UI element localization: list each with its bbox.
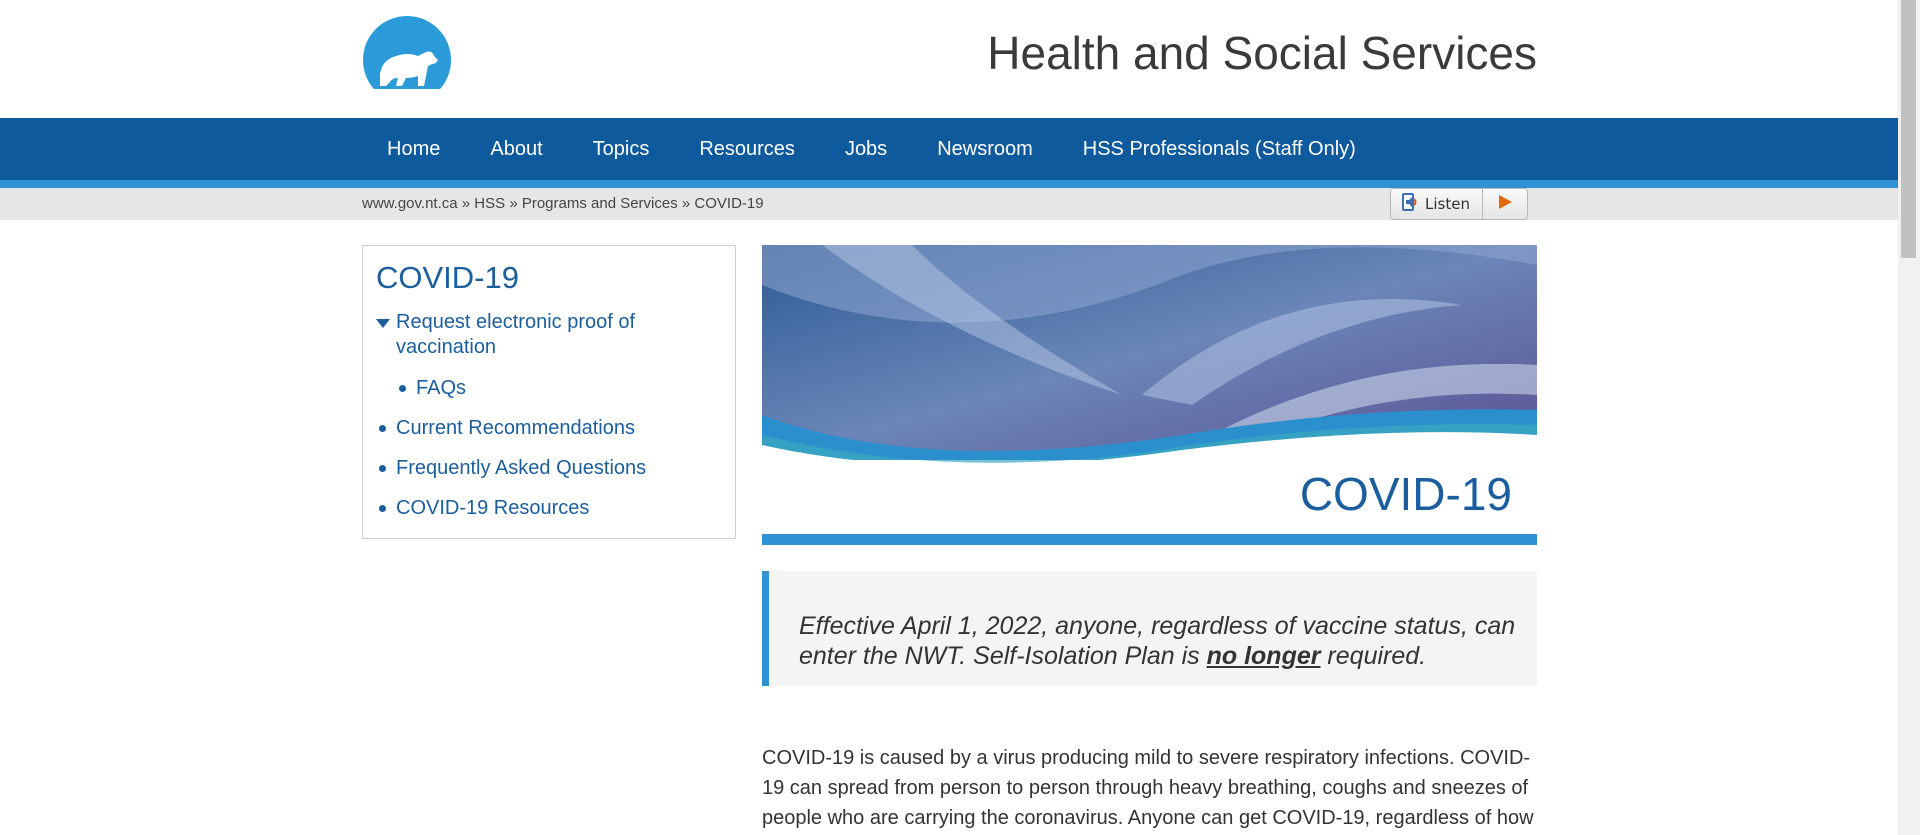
scrollbar-thumb[interactable]	[1901, 0, 1916, 258]
sidebar-item-proof-of-vaccination[interactable]: Request electronic proof of vaccination	[396, 310, 686, 360]
sidebar-item-current-recommendations[interactable]: Current Recommendations	[396, 416, 635, 441]
notice-emphasis: no longer	[1206, 642, 1321, 670]
nav-resources[interactable]: Resources	[674, 118, 820, 180]
sidebar-nav: COVID-19 Request electronic proof of vac…	[362, 245, 736, 539]
sidebar-item-covid-resources[interactable]: COVID-19 Resources	[396, 496, 589, 521]
nav-hss-professionals[interactable]: HSS Professionals (Staff Only)	[1058, 118, 1381, 180]
site-title: Health and Social Services	[987, 27, 1537, 79]
page-banner: COVID-19	[762, 245, 1537, 545]
main-nav: Home About Topics Resources Jobs Newsroo…	[0, 118, 1898, 180]
breadcrumb-hss[interactable]: HSS	[474, 195, 505, 212]
breadcrumb-separator: »	[509, 195, 518, 212]
notice-text: Effective April 1, 2022, anyone, regardl…	[799, 611, 1534, 671]
nav-accent-stripe	[0, 180, 1898, 188]
expand-triangle-icon[interactable]	[376, 319, 390, 328]
breadcrumb-separator: »	[681, 195, 691, 212]
polar-bear-logo[interactable]	[362, 16, 452, 91]
nav-newsroom[interactable]: Newsroom	[912, 118, 1058, 180]
play-icon	[1497, 194, 1513, 215]
breadcrumb-gov[interactable]: www.gov.nt.ca	[362, 195, 458, 212]
bullet-icon	[379, 505, 386, 512]
notice-text-after: required.	[1320, 642, 1427, 670]
body-paragraph: COVID-19 is caused by a virus producing …	[762, 747, 1534, 829]
speaker-icon	[1401, 192, 1419, 216]
nav-about[interactable]: About	[465, 118, 567, 180]
listen-label: Listen	[1425, 195, 1470, 213]
sidebar-title[interactable]: COVID-19	[376, 260, 519, 296]
breadcrumb-programs[interactable]: Programs and Services	[522, 195, 678, 212]
nav-home[interactable]: Home	[362, 118, 465, 180]
notice-callout: Effective April 1, 2022, anyone, regardl…	[762, 571, 1537, 686]
breadcrumb-current: COVID-19	[694, 195, 764, 212]
listen-button[interactable]: Listen	[1390, 188, 1483, 220]
bullet-icon	[379, 425, 386, 432]
play-button[interactable]	[1482, 188, 1528, 220]
sidebar-item-frequently-asked-questions[interactable]: Frequently Asked Questions	[396, 456, 646, 481]
sidebar-item-faqs[interactable]: FAQs	[416, 376, 466, 401]
breadcrumb-bar: www.gov.nt.ca » HSS » Programs and Servi…	[0, 188, 1898, 220]
breadcrumb: www.gov.nt.ca » HSS » Programs and Servi…	[362, 188, 764, 220]
bullet-icon	[399, 385, 406, 392]
nav-topics[interactable]: Topics	[568, 118, 675, 180]
bullet-icon	[379, 465, 386, 472]
listen-widget: Listen	[1390, 188, 1528, 220]
nav-jobs[interactable]: Jobs	[820, 118, 912, 180]
page-title: COVID-19	[1299, 468, 1512, 520]
banner-accent-bar	[762, 534, 1537, 545]
breadcrumb-separator: »	[461, 195, 471, 212]
